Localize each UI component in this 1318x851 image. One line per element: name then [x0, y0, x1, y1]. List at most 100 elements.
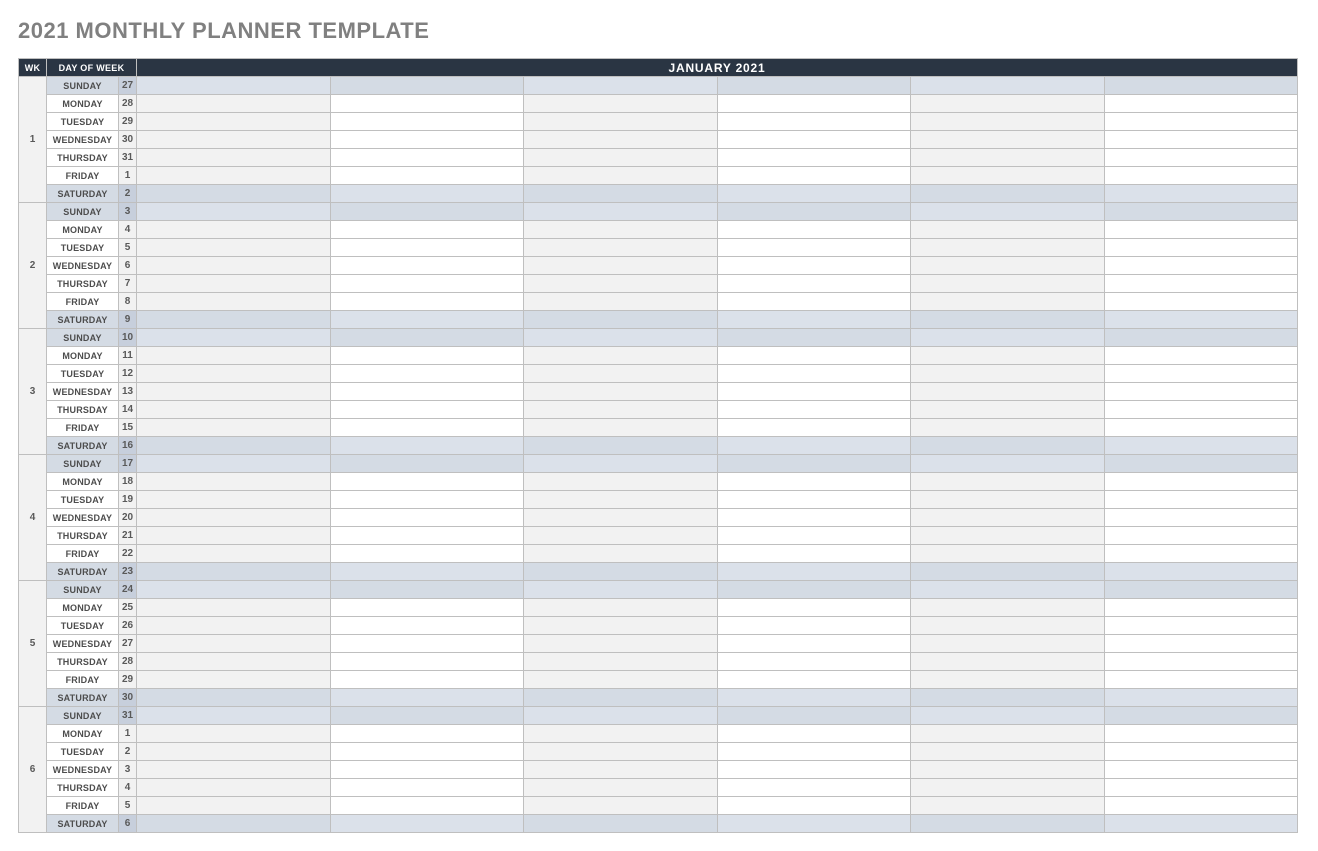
entry-cell[interactable] — [1104, 131, 1298, 149]
entry-cell[interactable] — [1104, 95, 1298, 113]
entry-cell[interactable] — [330, 113, 524, 131]
entry-cell[interactable] — [1104, 293, 1298, 311]
entry-cell[interactable] — [330, 293, 524, 311]
entry-cell[interactable] — [911, 167, 1105, 185]
entry-cell[interactable] — [911, 149, 1105, 167]
entry-cell[interactable] — [330, 617, 524, 635]
entry-cell[interactable] — [524, 599, 718, 617]
entry-cell[interactable] — [330, 527, 524, 545]
entry-cell[interactable] — [137, 275, 331, 293]
entry-cell[interactable] — [137, 563, 331, 581]
entry-cell[interactable] — [717, 131, 911, 149]
entry-cell[interactable] — [911, 455, 1105, 473]
entry-cell[interactable] — [330, 671, 524, 689]
entry-cell[interactable] — [717, 473, 911, 491]
entry-cell[interactable] — [524, 311, 718, 329]
entry-cell[interactable] — [524, 239, 718, 257]
entry-cell[interactable] — [137, 365, 331, 383]
entry-cell[interactable] — [717, 149, 911, 167]
entry-cell[interactable] — [1104, 509, 1298, 527]
entry-cell[interactable] — [717, 653, 911, 671]
entry-cell[interactable] — [137, 221, 331, 239]
entry-cell[interactable] — [1104, 779, 1298, 797]
entry-cell[interactable] — [137, 401, 331, 419]
entry-cell[interactable] — [524, 581, 718, 599]
entry-cell[interactable] — [330, 347, 524, 365]
entry-cell[interactable] — [137, 131, 331, 149]
entry-cell[interactable] — [1104, 491, 1298, 509]
entry-cell[interactable] — [911, 257, 1105, 275]
entry-cell[interactable] — [717, 257, 911, 275]
entry-cell[interactable] — [717, 761, 911, 779]
entry-cell[interactable] — [330, 491, 524, 509]
entry-cell[interactable] — [137, 473, 331, 491]
entry-cell[interactable] — [717, 743, 911, 761]
entry-cell[interactable] — [137, 779, 331, 797]
entry-cell[interactable] — [524, 797, 718, 815]
entry-cell[interactable] — [911, 599, 1105, 617]
entry-cell[interactable] — [524, 707, 718, 725]
entry-cell[interactable] — [137, 617, 331, 635]
entry-cell[interactable] — [911, 437, 1105, 455]
entry-cell[interactable] — [330, 581, 524, 599]
entry-cell[interactable] — [911, 275, 1105, 293]
entry-cell[interactable] — [137, 671, 331, 689]
entry-cell[interactable] — [717, 275, 911, 293]
entry-cell[interactable] — [911, 293, 1105, 311]
entry-cell[interactable] — [524, 815, 718, 833]
entry-cell[interactable] — [524, 563, 718, 581]
entry-cell[interactable] — [330, 185, 524, 203]
entry-cell[interactable] — [330, 401, 524, 419]
entry-cell[interactable] — [137, 581, 331, 599]
entry-cell[interactable] — [137, 509, 331, 527]
entry-cell[interactable] — [1104, 275, 1298, 293]
entry-cell[interactable] — [330, 797, 524, 815]
entry-cell[interactable] — [717, 293, 911, 311]
entry-cell[interactable] — [717, 113, 911, 131]
entry-cell[interactable] — [330, 131, 524, 149]
entry-cell[interactable] — [717, 527, 911, 545]
entry-cell[interactable] — [1104, 527, 1298, 545]
entry-cell[interactable] — [911, 761, 1105, 779]
entry-cell[interactable] — [330, 419, 524, 437]
entry-cell[interactable] — [717, 581, 911, 599]
entry-cell[interactable] — [717, 329, 911, 347]
entry-cell[interactable] — [137, 239, 331, 257]
entry-cell[interactable] — [1104, 239, 1298, 257]
entry-cell[interactable] — [911, 329, 1105, 347]
entry-cell[interactable] — [1104, 563, 1298, 581]
entry-cell[interactable] — [524, 743, 718, 761]
entry-cell[interactable] — [717, 545, 911, 563]
entry-cell[interactable] — [330, 473, 524, 491]
entry-cell[interactable] — [1104, 149, 1298, 167]
entry-cell[interactable] — [1104, 77, 1298, 95]
entry-cell[interactable] — [137, 185, 331, 203]
entry-cell[interactable] — [717, 707, 911, 725]
entry-cell[interactable] — [911, 617, 1105, 635]
entry-cell[interactable] — [911, 635, 1105, 653]
entry-cell[interactable] — [911, 725, 1105, 743]
entry-cell[interactable] — [1104, 167, 1298, 185]
entry-cell[interactable] — [524, 617, 718, 635]
entry-cell[interactable] — [911, 239, 1105, 257]
entry-cell[interactable] — [1104, 617, 1298, 635]
entry-cell[interactable] — [717, 635, 911, 653]
entry-cell[interactable] — [524, 473, 718, 491]
entry-cell[interactable] — [137, 761, 331, 779]
entry-cell[interactable] — [524, 293, 718, 311]
entry-cell[interactable] — [330, 563, 524, 581]
entry-cell[interactable] — [1104, 761, 1298, 779]
entry-cell[interactable] — [1104, 599, 1298, 617]
entry-cell[interactable] — [137, 329, 331, 347]
entry-cell[interactable] — [911, 347, 1105, 365]
entry-cell[interactable] — [524, 149, 718, 167]
entry-cell[interactable] — [524, 383, 718, 401]
entry-cell[interactable] — [137, 293, 331, 311]
entry-cell[interactable] — [524, 329, 718, 347]
entry-cell[interactable] — [137, 707, 331, 725]
entry-cell[interactable] — [911, 707, 1105, 725]
entry-cell[interactable] — [1104, 401, 1298, 419]
entry-cell[interactable] — [911, 689, 1105, 707]
entry-cell[interactable] — [911, 185, 1105, 203]
entry-cell[interactable] — [717, 401, 911, 419]
